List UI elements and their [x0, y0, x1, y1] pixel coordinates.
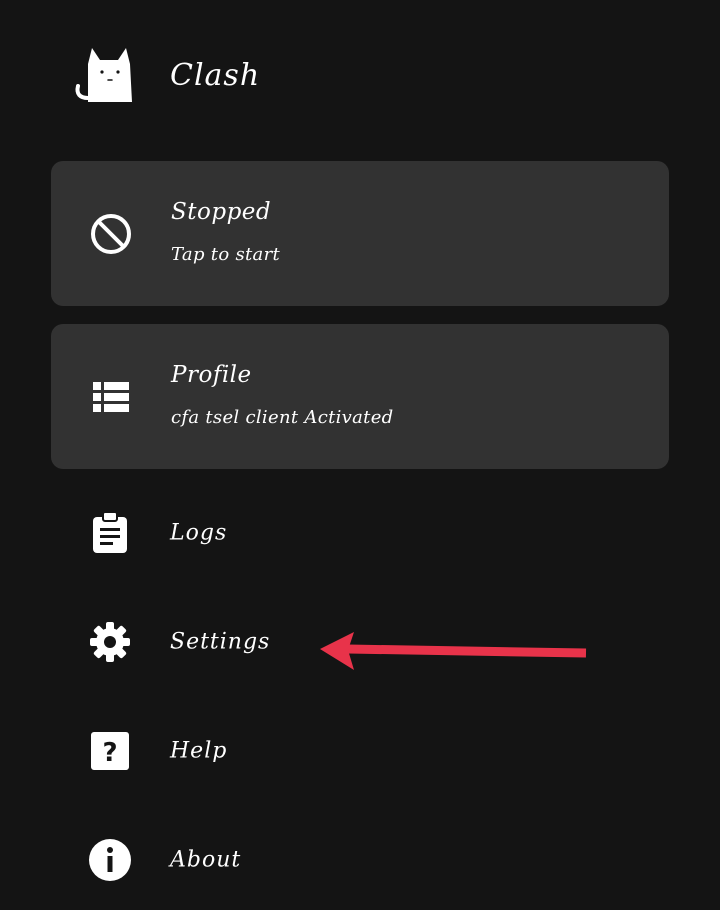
app-header: Clash: [0, 0, 720, 150]
help-label: Help: [170, 738, 228, 764]
status-title: Stopped: [171, 199, 272, 225]
menu-item-logs[interactable]: Logs: [0, 483, 720, 583]
status-card[interactable]: Stopped Tap to start: [51, 161, 669, 306]
profile-title: Profile: [171, 362, 252, 388]
gear-icon: [88, 620, 132, 664]
help-icon: ?: [88, 729, 132, 773]
logs-label: Logs: [170, 520, 228, 546]
stopped-icon: [89, 212, 133, 256]
app-title: Clash: [170, 58, 261, 93]
annotation-arrow: [320, 632, 587, 670]
svg-text:?: ?: [102, 738, 117, 768]
settings-label: Settings: [170, 629, 271, 655]
profile-subtitle: cfa tsel client Activated: [171, 407, 394, 428]
cat-icon: [75, 48, 132, 102]
status-subtitle: Tap to start: [171, 244, 281, 265]
about-label: About: [170, 847, 242, 873]
menu-item-help[interactable]: ? Help: [0, 701, 720, 801]
menu-item-about[interactable]: About: [0, 810, 720, 910]
profile-card[interactable]: Profile cfa tsel client Activated: [51, 324, 669, 469]
clipboard-icon: [88, 511, 132, 555]
list-icon: [89, 375, 133, 419]
info-icon: [88, 838, 132, 882]
